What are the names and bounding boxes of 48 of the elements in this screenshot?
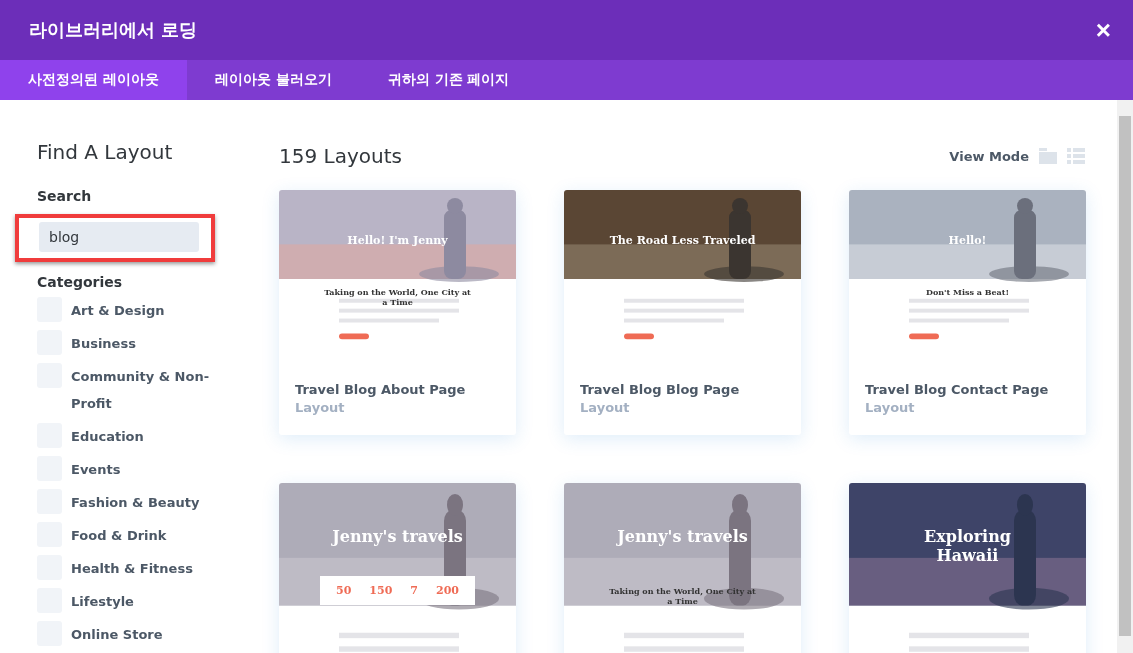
scrollbar[interactable] <box>1117 100 1133 653</box>
category-label[interactable]: Art & Design <box>71 297 211 324</box>
preview-heading: The Road Less Traveled <box>609 234 756 247</box>
category-label[interactable]: Health & Fitness <box>71 555 211 582</box>
category-label[interactable]: Business <box>71 330 211 357</box>
list-view-icon[interactable] <box>1067 148 1085 164</box>
layout-name: Travel Blog Blog Page <box>580 382 741 397</box>
category-label[interactable]: Fashion & Beauty <box>71 489 211 516</box>
layout-name: Travel Blog About Page <box>295 382 467 397</box>
category-label[interactable]: Events <box>71 456 211 483</box>
tab[interactable]: 레이아웃 불러오기 <box>186 60 360 100</box>
grid-view-icon[interactable] <box>1039 148 1057 164</box>
stat-number: 50 <box>336 584 352 597</box>
layout-type: Layout <box>865 400 916 415</box>
preview-heading: Jenny's travels <box>617 527 748 546</box>
category-label[interactable]: Community & Non-Profit <box>71 363 211 417</box>
view-mode-label: View Mode <box>949 148 1029 164</box>
layout-count: 159 Layouts <box>279 144 403 168</box>
layout-card[interactable]: The Road Less Traveled Travel Blog Blog Page Layout <box>564 190 801 435</box>
preview-heading: Taking on the World, One City at a Time <box>608 586 757 606</box>
layout-name: Travel Blog Contact Page <box>865 382 1050 397</box>
close-button[interactable]: × <box>1095 14 1111 46</box>
stat-number: 200 <box>436 584 459 597</box>
layout-card[interactable]: Hello! Don't Miss a Beat! Travel Blog Contact Page Layout <box>849 190 1086 435</box>
categories-label: Categories <box>37 274 124 290</box>
layout-type: Layout <box>295 400 346 415</box>
preview-heading: Hello! <box>948 234 987 247</box>
category-label[interactable]: Lifestyle <box>71 588 211 615</box>
tab[interactable]: 귀하의 기존 페이지 <box>359 60 538 100</box>
search-field[interactable]: blog <box>39 222 199 252</box>
category-label[interactable]: Online Store <box>71 621 211 648</box>
preview-heading: Don't Miss a Beat! <box>926 287 1009 297</box>
preview-heading: Jenny's travels <box>332 527 463 546</box>
stat-number: 150 <box>369 584 393 597</box>
category-label[interactable]: Education <box>71 423 211 450</box>
search-label: Search <box>37 188 93 204</box>
layout-card[interactable]: Jenny's travels Taking on the World, One City at a Time <box>564 483 801 653</box>
preview-heading: Taking on the World, One City at a Time <box>323 287 472 307</box>
layout-type: Layout <box>580 400 631 415</box>
preview-heading: Exploring Hawaii <box>923 527 1012 565</box>
category-label[interactable]: Food & Drink <box>71 522 211 549</box>
sidebar-heading: Find A Layout <box>37 140 174 164</box>
layout-card[interactable]: Exploring Hawaii <box>849 483 1086 653</box>
layout-card[interactable]: Hello! I'm Jenny Taking on the World, One City at a Time Travel Blog About Page Layout <box>279 190 516 435</box>
dialog-title: 라이브러리에서 로딩 <box>29 18 198 42</box>
tab[interactable]: 사전정의된 레이아웃 <box>0 60 187 100</box>
preview-heading: Hello! I'm Jenny <box>347 234 448 247</box>
stat-number: 7 <box>410 584 418 597</box>
